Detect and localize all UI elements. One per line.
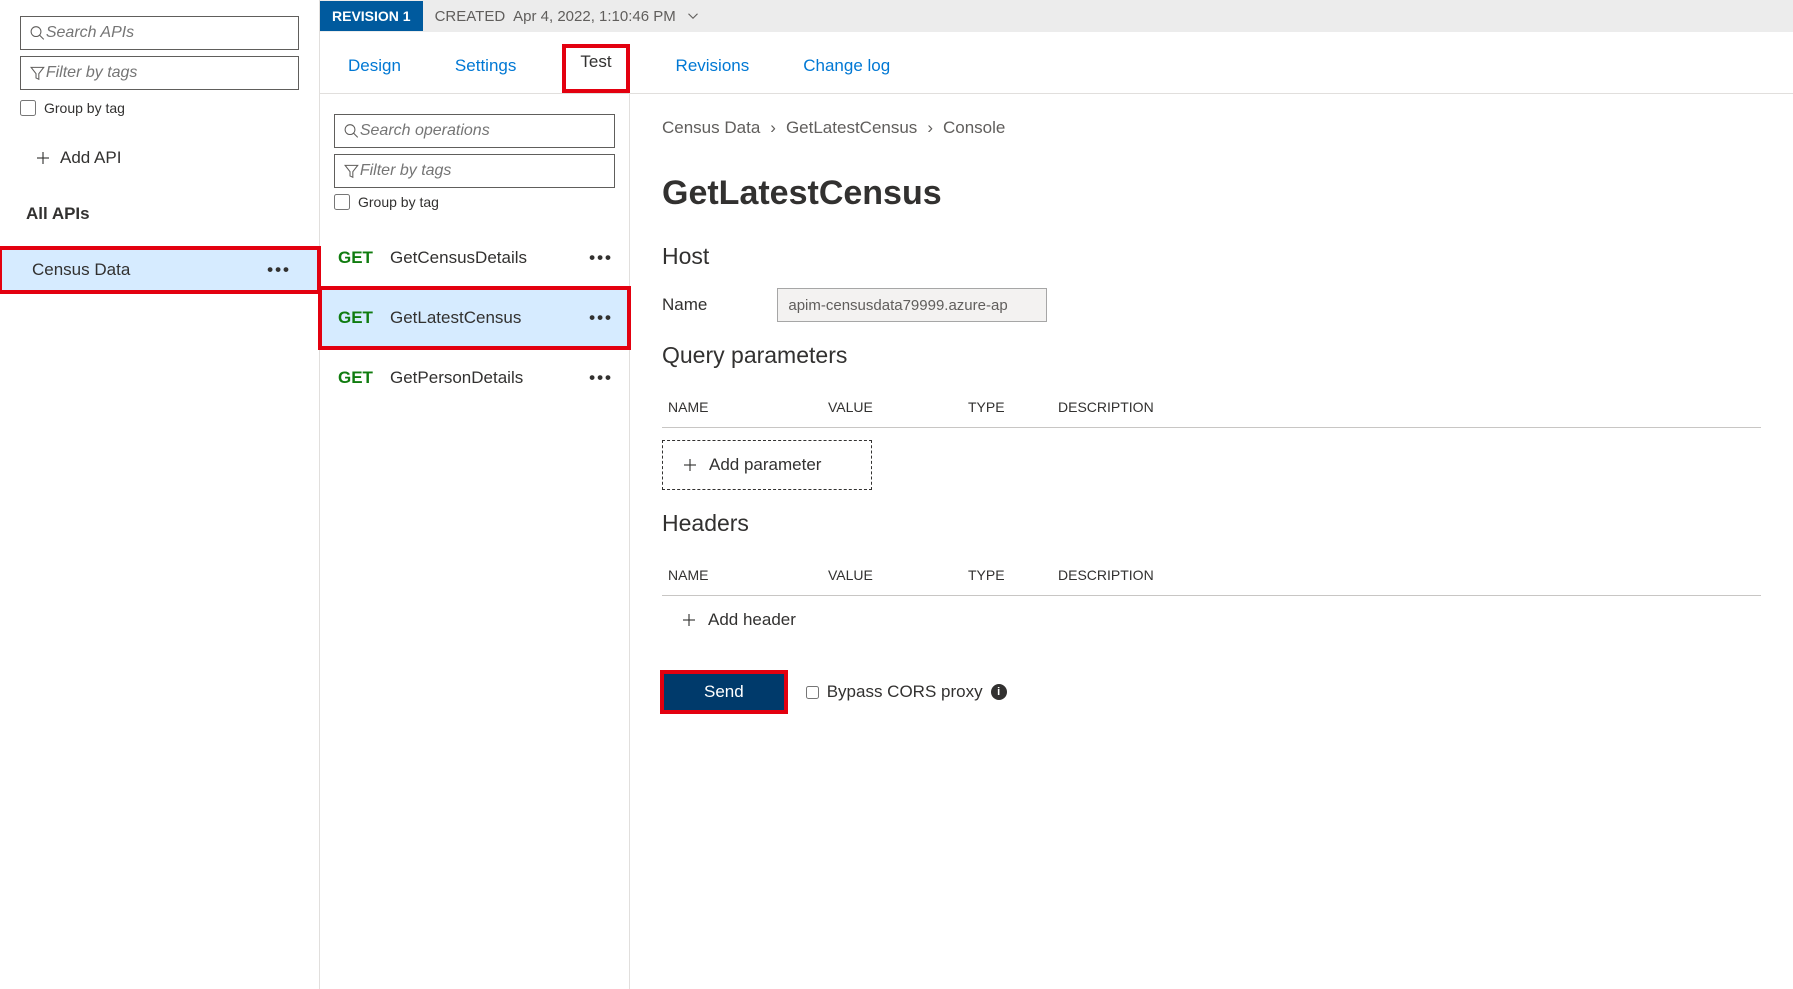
crumb: Console (943, 118, 1005, 138)
col-value: VALUE (828, 567, 968, 583)
tab-design[interactable]: Design (340, 50, 409, 93)
add-parameter-button[interactable]: Add parameter (662, 440, 872, 490)
filter-icon (29, 64, 46, 82)
http-method-badge: GET (338, 308, 390, 328)
host-name-label: Name (662, 295, 707, 315)
operations-panel: Group by tag GET GetCensusDetails ••• GE… (320, 94, 630, 989)
apis-sidebar: Group by tag Add API All APIs Census Dat… (0, 0, 320, 989)
host-name-input (777, 288, 1047, 322)
col-value: VALUE (828, 399, 968, 415)
add-parameter-label: Add parameter (709, 455, 821, 475)
search-apis-input-wrap[interactable] (20, 16, 299, 50)
add-api-button[interactable]: Add API (34, 148, 295, 168)
http-method-badge: GET (338, 248, 390, 268)
group-by-tag-label: Group by tag (44, 100, 125, 116)
crumb[interactable]: GetLatestCensus (786, 118, 917, 138)
created-prefix: CREATED (435, 8, 506, 25)
tab-settings[interactable]: Settings (447, 50, 524, 93)
search-operations-wrap[interactable] (334, 114, 615, 148)
chevron-right-icon: › (770, 118, 776, 138)
revision-badge: REVISION 1 (320, 1, 423, 31)
filter-operations-wrap[interactable] (334, 154, 615, 188)
api-item-label: Census Data (32, 260, 130, 280)
group-by-tag-checkbox-ops[interactable] (334, 194, 350, 210)
search-icon (343, 122, 360, 140)
query-table-header: NAME VALUE TYPE DESCRIPTION (662, 387, 1761, 428)
breadcrumb: Census Data › GetLatestCensus › Console (662, 118, 1761, 138)
group-by-tag-label-ops: Group by tag (358, 194, 439, 210)
plus-icon (680, 611, 698, 629)
col-type: TYPE (968, 399, 1058, 415)
info-icon[interactable]: i (991, 684, 1007, 700)
send-button[interactable]: Send (662, 672, 786, 712)
chevron-down-icon[interactable] (684, 7, 702, 25)
bypass-cors-row[interactable]: Bypass CORS proxy i (806, 682, 1007, 702)
op-name: GetLatestCensus (390, 308, 589, 328)
crumb[interactable]: Census Data (662, 118, 760, 138)
col-description: DESCRIPTION (1058, 399, 1755, 415)
filter-icon (343, 162, 360, 180)
query-params-heading: Query parameters (662, 342, 1761, 369)
api-item-census-data[interactable]: Census Data ••• (0, 248, 319, 292)
created-text[interactable]: CREATED Apr 4, 2022, 1:10:46 PM (435, 7, 702, 25)
revision-bar: REVISION 1 CREATED Apr 4, 2022, 1:10:46 … (320, 0, 1793, 32)
chevron-right-icon: › (927, 118, 933, 138)
test-console-panel: Census Data › GetLatestCensus › Console … (630, 94, 1793, 989)
more-icon[interactable]: ••• (589, 308, 613, 328)
group-by-tag-left[interactable]: Group by tag (20, 100, 299, 116)
more-icon[interactable]: ••• (267, 260, 291, 280)
op-item-getcensusdetails[interactable]: GET GetCensusDetails ••• (320, 228, 629, 288)
group-by-tag-checkbox-left[interactable] (20, 100, 36, 116)
bypass-cors-label: Bypass CORS proxy (827, 682, 983, 702)
filter-apis-input-wrap[interactable] (20, 56, 299, 90)
tab-revisions[interactable]: Revisions (668, 50, 758, 93)
headers-heading: Headers (662, 510, 1761, 537)
add-api-label: Add API (60, 148, 121, 168)
created-value: Apr 4, 2022, 1:10:46 PM (513, 8, 676, 25)
col-name: NAME (668, 567, 828, 583)
bypass-cors-checkbox[interactable] (806, 686, 819, 699)
http-method-badge: GET (338, 368, 390, 388)
search-operations-input[interactable] (360, 122, 606, 140)
op-name: GetPersonDetails (390, 368, 589, 388)
all-apis-heading: All APIs (26, 204, 293, 224)
op-item-getpersondetails[interactable]: GET GetPersonDetails ••• (320, 348, 629, 408)
filter-apis-input[interactable] (46, 64, 290, 82)
more-icon[interactable]: ••• (589, 368, 613, 388)
col-type: TYPE (968, 567, 1058, 583)
search-icon (29, 24, 46, 42)
plus-icon (34, 149, 52, 167)
plus-icon (681, 456, 699, 474)
op-item-getlatestcensus[interactable]: GET GetLatestCensus ••• (320, 288, 629, 348)
add-header-button[interactable]: Add header (662, 596, 1761, 644)
more-icon[interactable]: ••• (589, 248, 613, 268)
filter-operations-input[interactable] (360, 162, 606, 180)
headers-table-header: NAME VALUE TYPE DESCRIPTION (662, 555, 1761, 596)
op-name: GetCensusDetails (390, 248, 589, 268)
col-description: DESCRIPTION (1058, 567, 1755, 583)
tab-test[interactable]: Test (562, 44, 629, 93)
group-by-tag-ops[interactable]: Group by tag (334, 194, 615, 210)
col-name: NAME (668, 399, 828, 415)
add-header-label: Add header (708, 610, 796, 630)
search-apis-input[interactable] (46, 24, 290, 42)
tab-changelog[interactable]: Change log (795, 50, 898, 93)
host-section-heading: Host (662, 243, 1761, 270)
operation-title: GetLatestCensus (662, 174, 1761, 213)
tab-row: Design Settings Test Revisions Change lo… (320, 32, 1793, 94)
